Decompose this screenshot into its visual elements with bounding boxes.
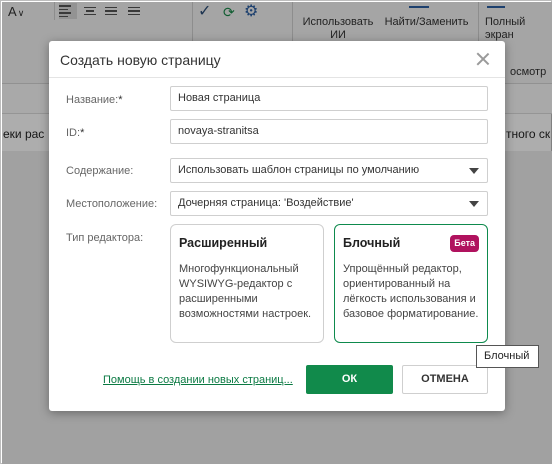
id-field[interactable]: novaya-stranitsa [170, 119, 488, 144]
id-label: ID:* [66, 127, 85, 139]
content-label: Содержание: [66, 165, 134, 177]
ok-button[interactable]: ОК [306, 365, 393, 394]
location-select[interactable]: Дочерняя страница: 'Воздействие' [170, 191, 488, 216]
location-label: Местоположение: [66, 198, 158, 210]
app-frame: A ∨ ✓ ⟳ ⚙ Использовать ИИ Найти/Заменить… [0, 0, 552, 464]
editor-option-advanced[interactable]: Расширенный Многофункциональный WYSIWYG-… [170, 224, 324, 343]
name-label: Название:* [66, 94, 123, 106]
create-page-dialog: Создать новую страницу Название:* Новая … [49, 41, 505, 411]
tooltip: Блочный [476, 345, 539, 368]
editor-option-description: Многофункциональный WYSIWYG-редактор с р… [179, 263, 312, 320]
cancel-button[interactable]: ОТМЕНА [402, 365, 488, 394]
editor-option-title: Блочный [343, 236, 401, 250]
dialog-divider [49, 77, 505, 78]
name-field[interactable]: Новая страница [170, 86, 488, 111]
editor-type-label: Тип редактора: [66, 232, 144, 244]
required-marker: * [80, 127, 85, 139]
dialog-title: Создать новую страницу [60, 52, 221, 68]
help-link[interactable]: Помощь в создании новых страниц... [103, 374, 293, 386]
required-marker: * [118, 94, 123, 106]
editor-option-description: Упрощённый редактор, ориентированный на … [343, 263, 479, 320]
content-select[interactable]: Использовать шаблон страницы по умолчани… [170, 158, 488, 183]
beta-badge: Бета [450, 235, 479, 252]
close-icon[interactable] [475, 51, 491, 67]
editor-option-block[interactable]: Блочный Бета Упрощённый редактор, ориент… [334, 224, 488, 343]
editor-option-title: Расширенный [179, 236, 268, 250]
